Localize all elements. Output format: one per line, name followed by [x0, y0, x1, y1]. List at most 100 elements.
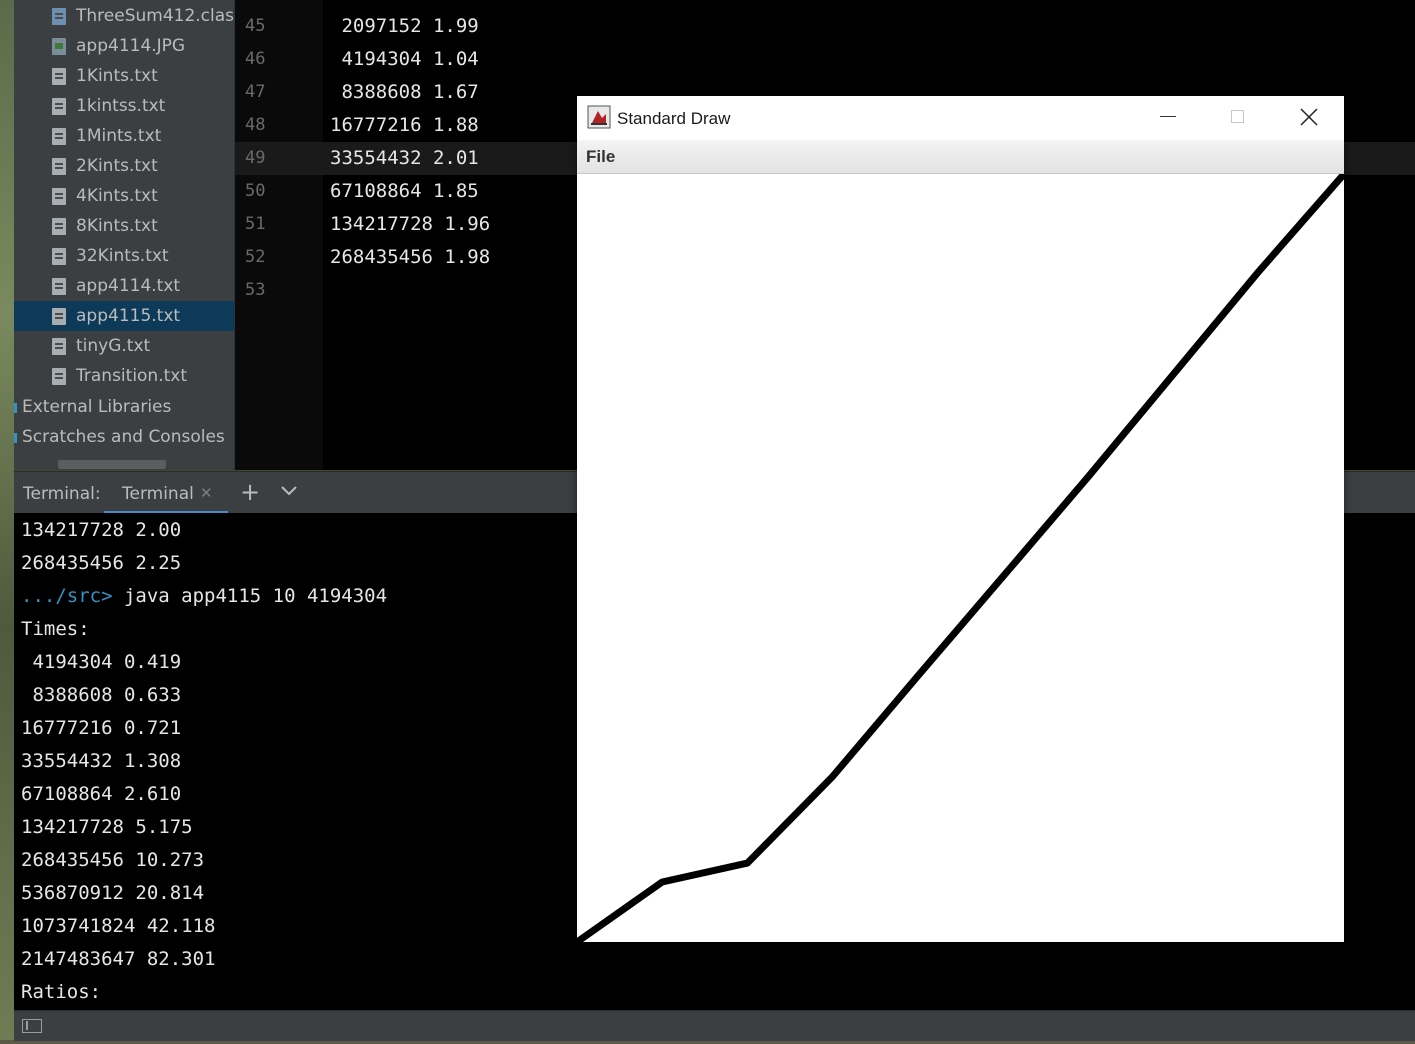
terminal-text: Ratios:: [21, 981, 102, 1003]
minimize-icon[interactable]: [1160, 116, 1176, 117]
tree-item-file[interactable]: 32Kints.txt: [14, 241, 234, 271]
close-icon[interactable]: [1300, 108, 1318, 126]
editor-line[interactable]: 46 4194304 1.04: [235, 43, 1415, 76]
tree-item-file[interactable]: app4115.txt: [14, 301, 234, 331]
tree-item-label: Scratches and Consoles: [22, 427, 225, 447]
line-number: 48: [245, 115, 266, 135]
tree-item-file[interactable]: 1Mints.txt: [14, 121, 234, 151]
panel-toggle-icon[interactable]: [22, 1019, 42, 1033]
tree-item-file[interactable]: 1Kints.txt: [14, 61, 234, 91]
tab-label: Terminal: [122, 484, 194, 504]
text-file-icon: [52, 158, 66, 175]
class-file-icon: [52, 8, 66, 25]
series-line: [577, 174, 1344, 942]
terminal-text: 33554432 1.308: [21, 750, 182, 772]
terminal-line: 1073741824 42.118: [21, 910, 215, 943]
maximize-icon[interactable]: [1231, 110, 1244, 123]
code-text: 4194304 1.04: [330, 48, 479, 70]
terminal-text: 268435456 2.25: [21, 552, 182, 574]
line-number: 46: [245, 49, 266, 69]
terminal-text: 2147483647 82.301: [21, 948, 216, 970]
code-text: 67108864 1.85: [330, 180, 479, 202]
terminal-line: 8388608 0.633: [21, 679, 181, 712]
tree-item-file[interactable]: ThreeSum412.class: [14, 1, 243, 31]
tree-item-file[interactable]: app4114.JPG: [14, 31, 234, 61]
text-file-icon: [52, 308, 66, 325]
code-text: 2097152 1.99: [330, 15, 479, 37]
line-number: 52: [245, 247, 266, 267]
code-text: 33554432 2.01: [330, 147, 479, 169]
terminal-text: 268435456 10.273: [21, 849, 205, 871]
terminal-line: Ratios:: [21, 976, 101, 1009]
tree-item-file[interactable]: Transition.txt: [14, 361, 234, 391]
tree-item-file[interactable]: 8Kints.txt: [14, 211, 234, 241]
terminal-text: 1073741824 42.118: [21, 915, 216, 937]
terminal-line: 2147483647 82.301: [21, 943, 215, 976]
window-title: Standard Draw: [617, 109, 731, 128]
tree-item-file[interactable]: tinyG.txt: [14, 331, 234, 361]
terminal-text: 134217728 2.00: [21, 519, 182, 541]
text-file-icon: [52, 338, 66, 355]
text-file-icon: [52, 218, 66, 235]
terminal-line: 134217728 2.00: [21, 514, 181, 547]
tree-item-label: 1Mints.txt: [76, 126, 162, 146]
tree-item-label: tinyG.txt: [76, 336, 151, 356]
add-tab-icon[interactable]: +: [240, 478, 260, 506]
terminal-text: Times:: [21, 618, 90, 640]
terminal-line: 268435456 10.273: [21, 844, 204, 877]
editor-line[interactable]: 45 2097152 1.99: [235, 10, 1415, 43]
terminal-text: 134217728 5.175: [21, 816, 193, 838]
tree-item-label: app4115.txt: [76, 306, 181, 326]
line-number: 53: [245, 280, 266, 300]
code-text: 134217728 1.96: [330, 213, 491, 235]
expand-marker-icon[interactable]: [14, 403, 17, 413]
tree-item-external-libraries[interactable]: External Libraries: [14, 392, 234, 422]
terminal-line: 134217728 5.175: [21, 811, 193, 844]
window-titlebar[interactable]: Standard Draw: [577, 96, 1344, 140]
tree-item-label: 32Kints.txt: [76, 246, 169, 266]
tab-terminal[interactable]: Terminal ✕: [104, 472, 228, 514]
chevron-down-icon[interactable]: [280, 485, 298, 497]
close-tab-icon[interactable]: ✕: [200, 484, 213, 502]
tree-item-file[interactable]: 1kintss.txt: [14, 91, 234, 121]
tree-item-label: app4114.JPG: [76, 36, 186, 56]
line-number: 47: [245, 82, 266, 102]
code-text: 8388608 1.67: [330, 81, 479, 103]
text-file-icon: [52, 98, 66, 115]
terminal-prompt: .../src>: [21, 585, 113, 607]
terminal-text: java app4115 10 4194304: [112, 585, 388, 607]
file-menu[interactable]: File: [586, 140, 615, 174]
text-file-icon: [52, 128, 66, 145]
text-file-icon: [52, 368, 66, 385]
terminal-line: 33554432 1.308: [21, 745, 181, 778]
tree-item-label: 1Kints.txt: [76, 66, 158, 86]
terminal-text: 67108864 2.610: [21, 783, 182, 805]
expand-marker-icon[interactable]: [14, 433, 17, 443]
code-text: 16777216 1.88: [330, 114, 479, 136]
text-file-icon: [52, 248, 66, 265]
tree-item-label: Transition.txt: [76, 366, 188, 386]
tree-item-label: ThreeSum412.class: [76, 6, 243, 26]
tree-item-scratches[interactable]: Scratches and Consoles: [14, 422, 234, 452]
terminal-line: 67108864 2.610: [21, 778, 181, 811]
tree-item-file[interactable]: app4114.txt: [14, 271, 234, 301]
terminal-line: 16777216 0.721: [21, 712, 181, 745]
terminal-line: .../src> java app4115 10 4194304: [21, 580, 387, 613]
line-number: 50: [245, 181, 266, 201]
draw-canvas[interactable]: [577, 174, 1344, 942]
tree-item-file[interactable]: 4Kints.txt: [14, 181, 234, 211]
text-file-icon: [52, 188, 66, 205]
terminal-text: 16777216 0.721: [21, 717, 182, 739]
horizontal-scrollbar[interactable]: [58, 460, 166, 469]
tree-item-label: External Libraries: [22, 397, 172, 417]
terminal-line: 4194304 0.419: [21, 646, 181, 679]
standard-draw-window: Standard Draw File: [577, 96, 1344, 942]
tree-item-file[interactable]: 2Kints.txt: [14, 151, 234, 181]
text-file-icon: [52, 278, 66, 295]
terminal-text: 8388608 0.633: [21, 684, 182, 706]
terminal-line: Times:: [21, 613, 90, 646]
line-number: 51: [245, 214, 266, 234]
terminal-line: 268435456 2.25: [21, 547, 181, 580]
line-number: 49: [245, 148, 266, 168]
tree-item-label: 2Kints.txt: [76, 156, 158, 176]
